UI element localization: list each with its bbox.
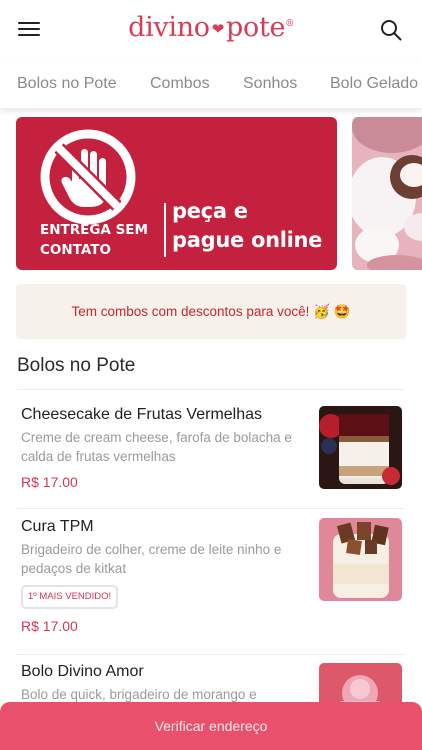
product-description: Creme de cream cheese, farofa de bolacha… bbox=[21, 430, 292, 464]
product-name: Cura TPM bbox=[21, 518, 94, 535]
tab-bolo-gelado[interactable]: Bolo Gelado bbox=[330, 75, 418, 93]
section-divider bbox=[17, 389, 405, 390]
product-divider bbox=[17, 508, 405, 509]
verify-address-button[interactable]: Verificar endereço bbox=[0, 702, 422, 750]
banner-contactless-text: ENTREGA SEM CONTATO bbox=[40, 220, 148, 260]
product-item[interactable]: Cheesecake de Frutas Vermelhas Creme de … bbox=[17, 406, 405, 509]
tab-combos[interactable]: Combos bbox=[150, 75, 210, 93]
promo-combos-banner[interactable]: Tem combos com descontos para você! 🥳 🤩 bbox=[16, 284, 406, 339]
logo-word-right: pote bbox=[226, 12, 286, 43]
registered-mark: ® bbox=[285, 19, 294, 29]
product-image-cura-tpm bbox=[319, 518, 402, 601]
product-name: Cheesecake de Frutas Vermelhas bbox=[21, 406, 263, 423]
logo-word-left: divino bbox=[128, 12, 210, 43]
product-image-cheesecake bbox=[319, 406, 402, 489]
product-description: Brigadeiro de colher, creme de leite nin… bbox=[21, 542, 282, 576]
search-icon[interactable] bbox=[380, 19, 402, 41]
banner-divider bbox=[164, 203, 166, 257]
banner-left-line1: ENTREGA SEM bbox=[40, 222, 148, 238]
section-title: Bolos no Pote bbox=[17, 355, 136, 376]
banner-left-line2: CONTATO bbox=[40, 242, 111, 258]
banner-pay-online-text: peça e pague online bbox=[172, 197, 322, 255]
brand-logo[interactable]: divino ❤pote® bbox=[0, 12, 422, 43]
product-price: R$ 17.00 bbox=[21, 474, 78, 490]
heart-icon: ❤ bbox=[211, 19, 225, 38]
promo-text: Tem combos com descontos para você! 🥳 🤩 bbox=[71, 303, 351, 319]
banner-cake-photo[interactable] bbox=[352, 117, 422, 270]
app-header: divino ❤pote® bbox=[0, 0, 422, 60]
banner-right-line2: pague online bbox=[172, 228, 323, 252]
verify-address-label: Verificar endereço bbox=[154, 718, 268, 734]
banner-contactless-delivery[interactable]: ENTREGA SEM CONTATO peça e pague online bbox=[16, 117, 337, 270]
category-tabs: Bolos no Pote Combos Sonhos Bolo Gelado bbox=[0, 62, 422, 108]
cake-photo-image bbox=[352, 117, 422, 270]
tab-bolos-no-pote[interactable]: Bolos no Pote bbox=[17, 75, 117, 93]
no-touch-hand-icon bbox=[40, 129, 136, 225]
tab-sonhos[interactable]: Sonhos bbox=[243, 75, 297, 93]
product-divider bbox=[17, 654, 405, 655]
product-name: Bolo Divino Amor bbox=[21, 663, 144, 680]
best-seller-badge: 1º MAIS VENDIDO! bbox=[21, 585, 119, 609]
product-item[interactable]: Cura TPM Brigadeiro de colher, creme de … bbox=[17, 518, 405, 655]
product-price: R$ 17.00 bbox=[21, 618, 78, 634]
banner-right-line1: peça e bbox=[172, 199, 248, 223]
